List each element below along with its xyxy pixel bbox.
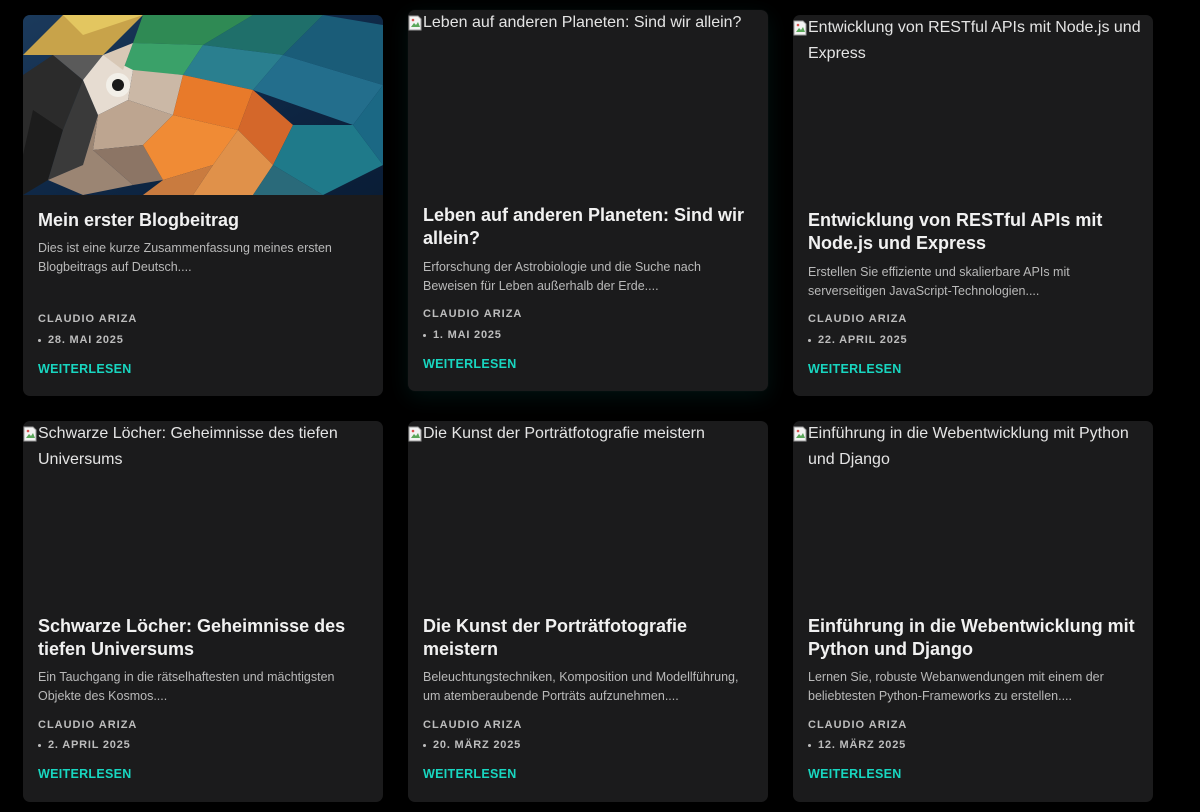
post-cover-image[interactable] xyxy=(23,15,383,195)
bullet-icon xyxy=(38,743,41,747)
read-more-link[interactable]: WEITERLESEN xyxy=(423,767,517,781)
broken-image-icon xyxy=(408,425,422,442)
post-cover-image[interactable]: Schwarze Löcher: Geheimnisse des tiefen … xyxy=(23,421,383,601)
post-title[interactable]: Entwicklung von RESTful APIs mit Node.js… xyxy=(808,209,1138,255)
image-alt-text: Einführung in die Webentwicklung mit Pyt… xyxy=(808,425,1129,468)
post-card[interactable]: Leben auf anderen Planeten: Sind wir all… xyxy=(408,10,768,391)
broken-image-icon xyxy=(408,14,422,31)
post-date: 28. MAI 2025 xyxy=(38,334,124,346)
bullet-icon xyxy=(808,743,811,747)
image-alt-text-container: Die Kunst der Porträtfotografie meistern xyxy=(408,421,768,447)
post-date-text: 12. MÄRZ 2025 xyxy=(818,739,907,751)
bullet-icon xyxy=(423,743,426,747)
post-author: CLAUDIO ARIZA xyxy=(808,313,908,325)
image-alt-text: Schwarze Löcher: Geheimnisse des tiefen … xyxy=(38,425,338,468)
post-title[interactable]: Die Kunst der Porträtfotografie meistern xyxy=(423,615,753,661)
post-excerpt: Dies ist eine kurze Zusammenfassung mein… xyxy=(38,241,332,274)
post-cover-image[interactable]: Leben auf anderen Planeten: Sind wir all… xyxy=(408,10,768,190)
post-excerpt: Beleuchtungstechniken, Komposition und M… xyxy=(423,670,739,703)
post-title[interactable]: Schwarze Löcher: Geheimnisse des tiefen … xyxy=(38,615,368,661)
broken-image-icon xyxy=(23,425,37,442)
post-date: 1. MAI 2025 xyxy=(423,329,502,341)
read-more-link[interactable]: WEITERLESEN xyxy=(808,362,902,376)
image-alt-text: Leben auf anderen Planeten: Sind wir all… xyxy=(423,14,742,31)
post-author: CLAUDIO ARIZA xyxy=(423,719,523,731)
post-cover-image[interactable]: Einführung in die Webentwicklung mit Pyt… xyxy=(793,421,1153,601)
post-card[interactable]: Schwarze Löcher: Geheimnisse des tiefen … xyxy=(23,421,383,802)
post-excerpt: Erforschung der Astrobiologie und die Su… xyxy=(423,260,701,293)
post-date: 20. MÄRZ 2025 xyxy=(423,739,521,751)
read-more-link[interactable]: WEITERLESEN xyxy=(38,362,132,376)
bullet-icon xyxy=(38,338,41,342)
post-cover-image[interactable]: Entwicklung von RESTful APIs mit Node.js… xyxy=(793,15,1153,195)
post-date: 2. APRIL 2025 xyxy=(38,739,131,751)
post-card[interactable]: Entwicklung von RESTful APIs mit Node.js… xyxy=(793,15,1153,396)
post-date-text: 22. APRIL 2025 xyxy=(818,334,908,346)
image-alt-text-container: Einführung in die Webentwicklung mit Pyt… xyxy=(793,421,1153,473)
read-more-link[interactable]: WEITERLESEN xyxy=(808,767,902,781)
post-card[interactable]: Einführung in die Webentwicklung mit Pyt… xyxy=(793,421,1153,802)
blog-post-grid: Mein erster Blogbeitrag Dies ist eine ku… xyxy=(0,0,1200,812)
post-title[interactable]: Mein erster Blogbeitrag xyxy=(38,209,368,232)
post-title[interactable]: Einführung in die Webentwicklung mit Pyt… xyxy=(808,615,1138,661)
post-author: CLAUDIO ARIZA xyxy=(38,313,138,325)
broken-image-icon xyxy=(793,19,807,36)
post-date-text: 1. MAI 2025 xyxy=(433,329,502,341)
image-alt-text-container: Leben auf anderen Planeten: Sind wir all… xyxy=(408,10,768,36)
image-alt-text-container: Schwarze Löcher: Geheimnisse des tiefen … xyxy=(23,421,383,473)
image-alt-text: Entwicklung von RESTful APIs mit Node.js… xyxy=(808,19,1141,62)
post-date-text: 28. MAI 2025 xyxy=(48,334,124,346)
post-excerpt: Ein Tauchgang in die rätselhaftesten und… xyxy=(38,670,335,703)
post-title[interactable]: Leben auf anderen Planeten: Sind wir all… xyxy=(423,204,753,250)
read-more-link[interactable]: WEITERLESEN xyxy=(423,357,517,371)
post-cover-image[interactable]: Die Kunst der Porträtfotografie meistern xyxy=(408,421,768,601)
post-author: CLAUDIO ARIZA xyxy=(808,719,908,731)
post-author: CLAUDIO ARIZA xyxy=(423,308,523,320)
post-excerpt: Erstellen Sie effiziente und skalierbare… xyxy=(808,265,1070,298)
image-alt-text: Die Kunst der Porträtfotografie meistern xyxy=(423,425,705,442)
post-card[interactable]: Die Kunst der Porträtfotografie meistern… xyxy=(408,421,768,802)
parrot-illustration xyxy=(23,15,383,195)
bullet-icon xyxy=(808,338,811,342)
post-card[interactable]: Mein erster Blogbeitrag Dies ist eine ku… xyxy=(23,15,383,396)
post-date: 12. MÄRZ 2025 xyxy=(808,739,906,751)
post-date: 22. APRIL 2025 xyxy=(808,334,907,346)
post-author: CLAUDIO ARIZA xyxy=(38,719,138,731)
post-date-text: 2. APRIL 2025 xyxy=(48,739,131,751)
broken-image-icon xyxy=(793,425,807,442)
post-date-text: 20. MÄRZ 2025 xyxy=(433,739,522,751)
bullet-icon xyxy=(423,333,426,337)
read-more-link[interactable]: WEITERLESEN xyxy=(38,767,132,781)
image-alt-text-container: Entwicklung von RESTful APIs mit Node.js… xyxy=(793,15,1153,67)
post-excerpt: Lernen Sie, robuste Webanwendungen mit e… xyxy=(808,670,1104,703)
